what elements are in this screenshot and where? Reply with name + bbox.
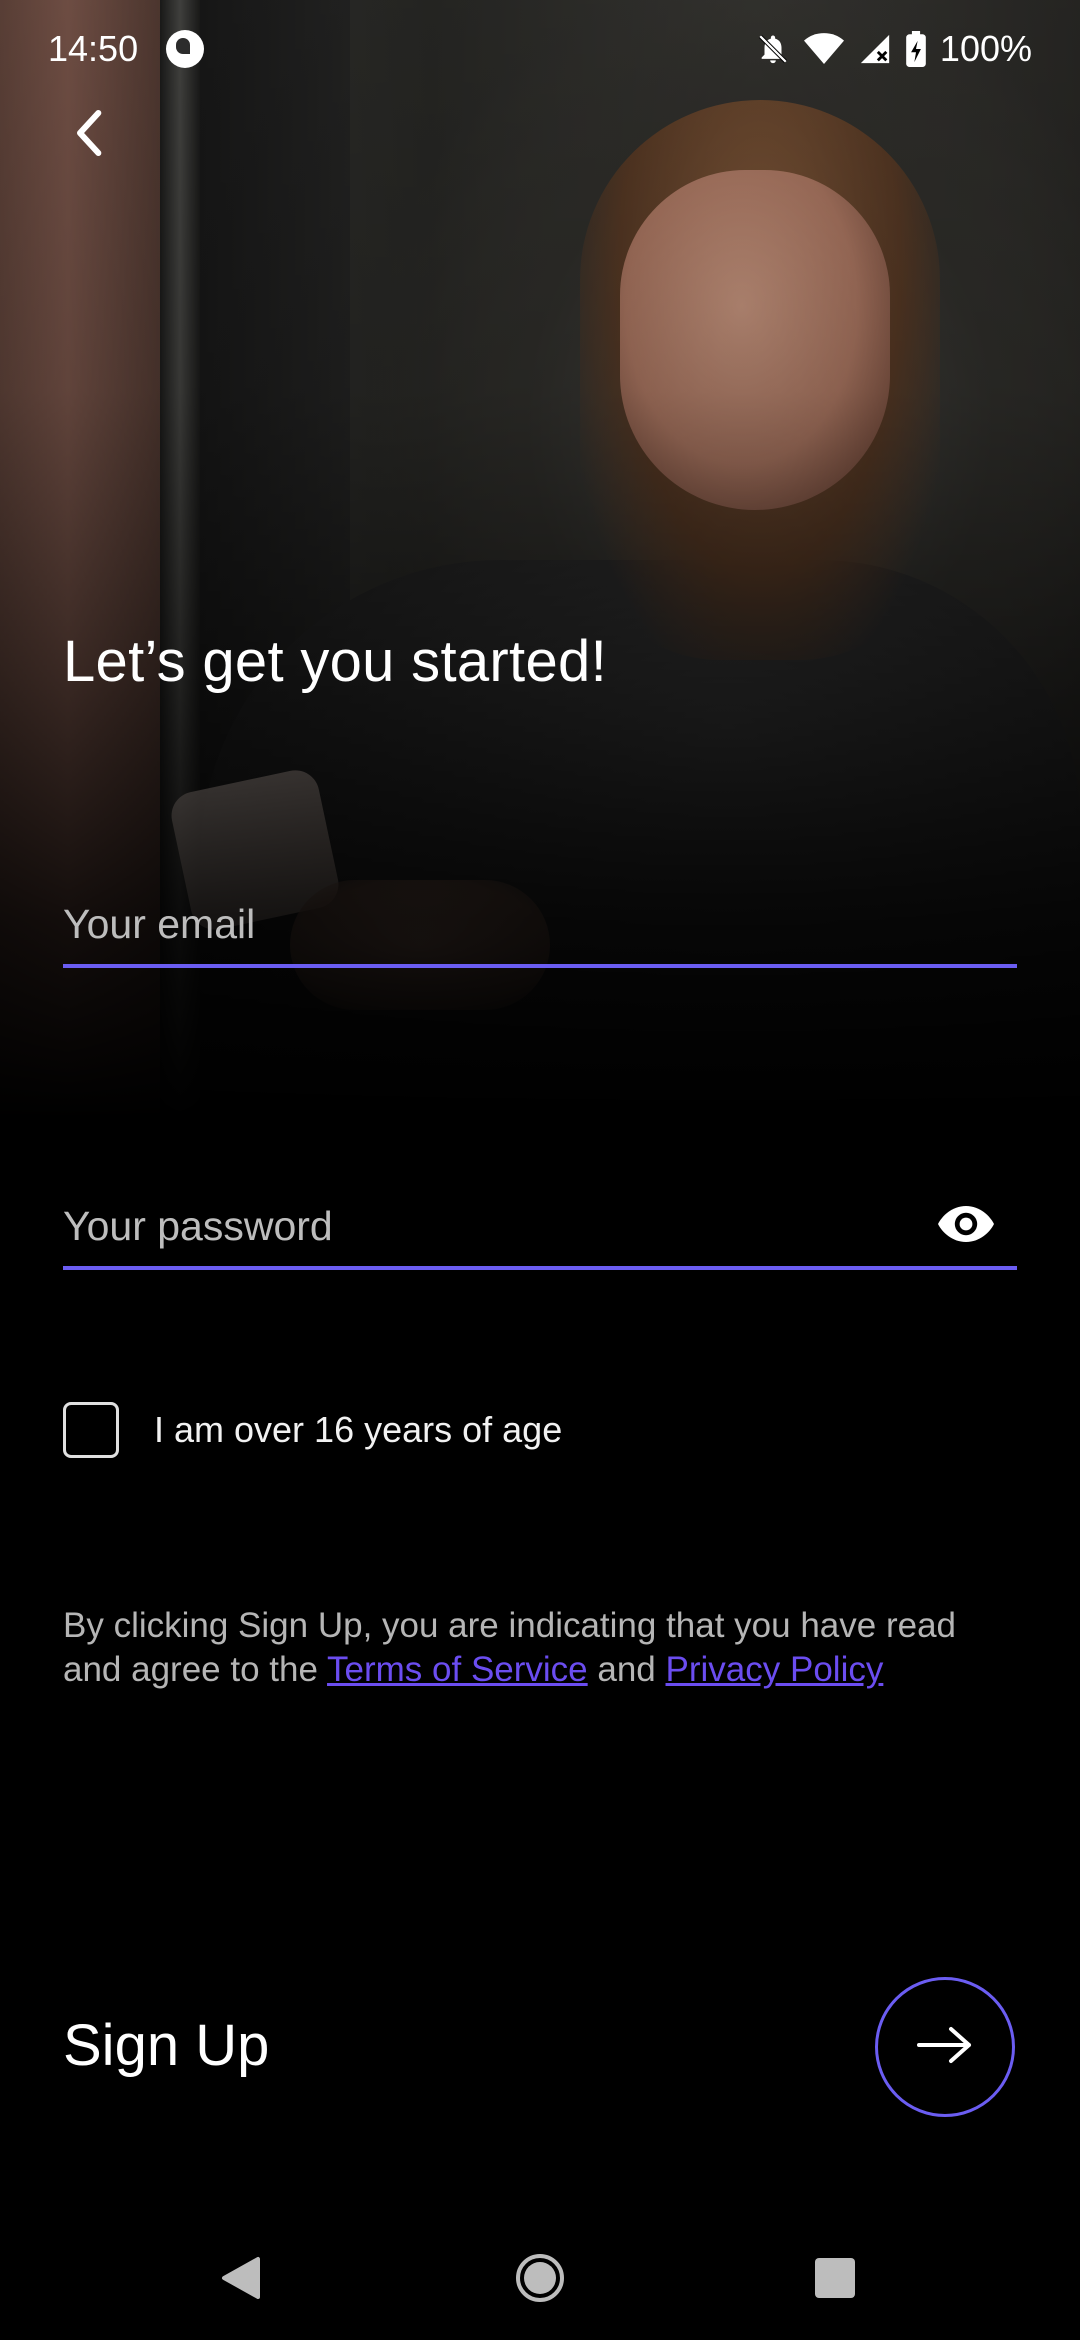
email-field-container <box>63 884 1017 968</box>
show-password-toggle[interactable] <box>935 1198 997 1254</box>
status-bar: 14:50 100% <box>0 0 1080 100</box>
square-recents-icon <box>814 2257 856 2304</box>
password-field-container <box>63 1186 1017 1270</box>
back-button[interactable] <box>50 95 130 175</box>
app-notification-icon <box>166 30 204 68</box>
triangle-back-icon <box>220 2255 262 2306</box>
signup-label: Sign Up <box>63 2013 270 2078</box>
nav-home-button[interactable] <box>505 2250 575 2310</box>
age-checkbox[interactable] <box>63 1402 119 1458</box>
bell-off-icon <box>756 32 790 66</box>
age-confirmation-row: I am over 16 years of age <box>63 1402 562 1458</box>
circle-home-icon <box>515 2253 565 2308</box>
arrow-right-icon <box>915 2025 975 2070</box>
email-field[interactable] <box>63 884 1017 964</box>
signup-button[interactable] <box>875 1977 1015 2117</box>
signal-icon <box>858 32 892 66</box>
page-title: Let’s get you started! <box>63 629 607 694</box>
terms-of-service-link[interactable]: Terms of Service <box>327 1650 588 1689</box>
privacy-policy-link[interactable]: Privacy Policy <box>666 1650 884 1689</box>
battery-charging-icon <box>906 31 926 67</box>
system-navigation-bar <box>0 2220 1080 2340</box>
nav-recents-button[interactable] <box>800 2250 870 2310</box>
password-field[interactable] <box>63 1186 923 1266</box>
chevron-left-icon <box>70 108 110 163</box>
status-time: 14:50 <box>48 28 139 69</box>
nav-back-button[interactable] <box>206 2250 276 2310</box>
battery-percentage: 100% <box>939 28 1032 69</box>
terms-joiner: and <box>587 1650 666 1689</box>
wifi-icon <box>803 32 844 66</box>
age-checkbox-label: I am over 16 years of age <box>154 1409 563 1450</box>
eye-icon <box>936 1204 996 1249</box>
terms-notice: By clicking Sign Up, you are indicating … <box>63 1604 1023 1692</box>
status-icons: 100% <box>756 28 1032 70</box>
